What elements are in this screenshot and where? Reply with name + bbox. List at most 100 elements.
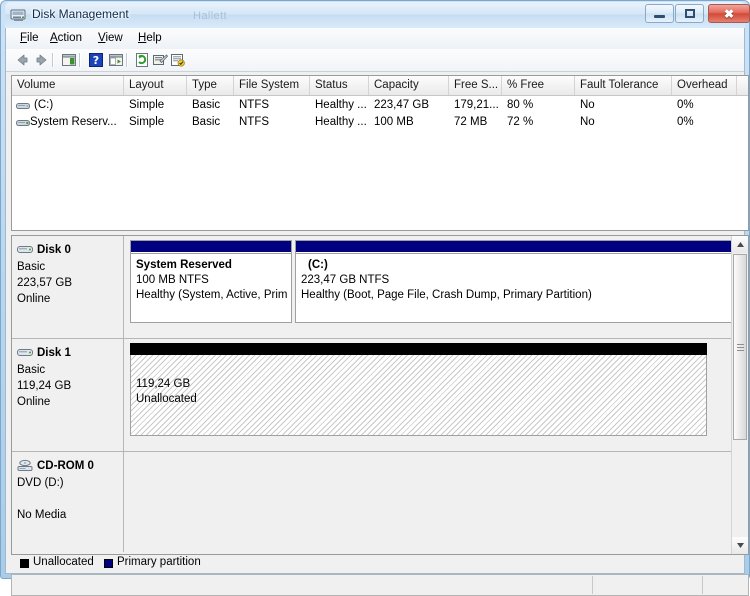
table-row[interactable]: (C:) Simple Basic NTFS Healthy ... 223,4… (12, 97, 748, 114)
legend-swatch-primary-partition (104, 559, 113, 568)
cell-fault-tolerance: No (580, 99, 595, 111)
cell-file-system: NTFS (239, 99, 270, 111)
disk-detail-type: Basic (17, 261, 46, 273)
show-hide-console-tree-icon[interactable] (61, 52, 77, 68)
tool-bar: ? (6, 49, 744, 72)
disk-detail-status: Online (17, 293, 51, 305)
column-header-fault-tolerance[interactable]: Fault Tolerance (575, 76, 672, 95)
menu-help[interactable]: Help (132, 31, 168, 45)
help-icon[interactable]: ? (88, 52, 104, 68)
disk-graphical-view[interactable]: Disk 0 Basic 223,57 GB Online System Res… (11, 235, 749, 555)
back-arrow-icon[interactable] (14, 52, 30, 68)
partition-status: Healthy (Boot, Page File, Crash Dump, Pr… (301, 289, 592, 301)
partition-status: Healthy (System, Active, Prim (136, 289, 288, 301)
window-title: Disk Management (32, 7, 129, 21)
partition-unallocated[interactable]: 119,24 GB Unallocated (130, 343, 707, 436)
partition-label: (C:) (308, 259, 328, 271)
column-header-file-system[interactable]: File System (234, 76, 310, 95)
cell-type: Basic (192, 116, 221, 128)
status-bar (11, 574, 749, 596)
scroll-down-button[interactable] (732, 537, 748, 554)
partition-status: Unallocated (136, 393, 197, 405)
legend-label-unallocated: Unallocated (33, 556, 94, 568)
disk-info-disk-1[interactable]: Disk 1 Basic 119,24 GB Online (12, 339, 124, 451)
volume-list[interactable]: Volume Layout Type File System Status Ca… (11, 75, 749, 231)
disk-detail-status: No Media (17, 509, 67, 521)
properties-icon[interactable] (152, 52, 169, 68)
column-header-overhead[interactable]: Overhead (672, 76, 737, 95)
svg-text:?: ? (93, 54, 99, 67)
cell-status: Healthy ... (315, 116, 367, 128)
legend-swatch-unallocated (20, 559, 29, 568)
disk-row-cdrom-0[interactable]: CD-ROM 0 DVD (D:) No Media (12, 452, 748, 552)
partition-color-bar (131, 241, 291, 252)
column-header-percent-free[interactable]: % Free (502, 76, 575, 95)
partition-size: 100 MB NTFS (136, 274, 209, 286)
hard-disk-icon (17, 348, 34, 359)
cdrom-empty-area (124, 452, 748, 552)
minimize-icon (646, 5, 673, 22)
column-header-free-space[interactable]: Free S... (449, 76, 502, 95)
partition-color-bar (130, 343, 707, 355)
show-hide-action-pane-icon[interactable] (108, 52, 124, 68)
cell-percent-free: 72 % (507, 116, 534, 128)
volume-list-header: Volume Layout Type File System Status Ca… (12, 76, 748, 96)
cell-capacity: 223,47 GB (374, 99, 429, 111)
partition-details: 119,24 GB Unallocated (130, 355, 707, 436)
disk-row-disk-1[interactable]: Disk 1 Basic 119,24 GB Online 119,24 GB … (12, 339, 748, 452)
cell-file-system: NTFS (239, 116, 270, 128)
cell-free-space: 72 MB (454, 116, 488, 128)
toolbar-separator-1 (52, 53, 54, 67)
cell-percent-free: 80 % (507, 99, 534, 111)
disk-0-partitions: System Reserved 100 MB NTFS Healthy (Sys… (124, 236, 748, 338)
partition-label: System Reserved (136, 259, 232, 271)
table-row[interactable]: System Reserv... Simple Basic NTFS Healt… (12, 114, 748, 131)
cell-volume: (C:) (34, 99, 54, 111)
partition-details: (C:) 223,47 GB NTFS Healthy (Boot, Page … (296, 253, 733, 322)
cell-status: Healthy ... (315, 99, 367, 111)
partition-size: 223,47 GB NTFS (301, 274, 390, 286)
cell-free-space: 179,21... (454, 99, 499, 111)
menu-file[interactable]: File (14, 31, 45, 45)
menu-view[interactable]: View (92, 31, 129, 45)
cell-layout: Simple (129, 116, 165, 128)
disk-management-window: Disk Management Hallett ✖ File Action Vi… (0, 0, 750, 596)
column-header-type[interactable]: Type (187, 76, 234, 95)
disk-row-disk-0[interactable]: Disk 0 Basic 223,57 GB Online System Res… (12, 236, 748, 339)
disk-title: Disk 1 (37, 347, 71, 359)
disk-info-cdrom-0[interactable]: CD-ROM 0 DVD (D:) No Media (12, 452, 124, 552)
close-button[interactable]: ✖ (708, 4, 750, 23)
window-title-ghost: Hallett (193, 10, 227, 22)
maximize-button[interactable] (675, 4, 704, 23)
cell-capacity: 100 MB (374, 116, 414, 128)
cell-layout: Simple (129, 99, 165, 111)
menu-bar: File Action View Help (6, 28, 744, 50)
cell-overhead: 0% (677, 116, 694, 128)
toolbar-separator-2 (79, 53, 81, 67)
forward-arrow-icon[interactable] (34, 52, 50, 68)
partition-system-reserved[interactable]: System Reserved 100 MB NTFS Healthy (Sys… (130, 240, 292, 323)
column-header-layout[interactable]: Layout (124, 76, 187, 95)
scrollbar-thumb[interactable] (733, 254, 747, 440)
partition-c[interactable]: (C:) 223,47 GB NTFS Healthy (Boot, Page … (295, 240, 734, 323)
rescan-disks-icon[interactable] (170, 52, 186, 68)
disk-pane-scrollbar[interactable] (731, 236, 748, 554)
disk-detail-type: Basic (17, 364, 46, 376)
cell-type: Basic (192, 99, 221, 111)
column-header-volume[interactable]: Volume (12, 76, 124, 95)
cell-fault-tolerance: No (580, 116, 595, 128)
cdrom-icon (17, 459, 34, 471)
minimize-button[interactable] (645, 4, 674, 23)
cell-volume: System Reserv... (30, 116, 117, 128)
column-header-capacity[interactable]: Capacity (369, 76, 449, 95)
cell-overhead: 0% (677, 99, 694, 111)
disk-info-disk-0[interactable]: Disk 0 Basic 223,57 GB Online (12, 236, 124, 338)
legend: Unallocated Primary partition (11, 556, 749, 572)
menu-action[interactable]: Action (44, 31, 88, 45)
disk-detail-size: 223,57 GB (17, 277, 72, 289)
toolbar-separator-3 (126, 53, 128, 67)
scroll-up-button[interactable] (732, 236, 748, 253)
column-header-status[interactable]: Status (310, 76, 369, 95)
client-area: File Action View Help ? Volume Layout Ty… (5, 28, 749, 596)
refresh-icon[interactable] (134, 52, 150, 68)
